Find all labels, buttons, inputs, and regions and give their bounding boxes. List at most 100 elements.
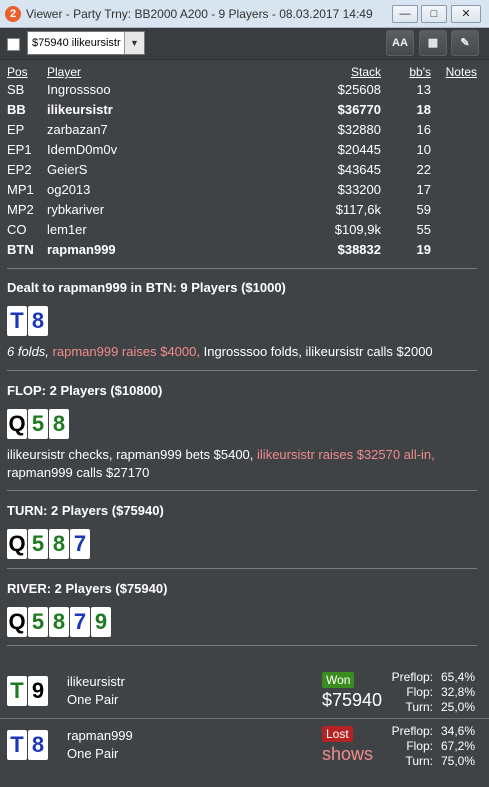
column-header-notes[interactable]: Notes: [446, 65, 477, 79]
player-name: GeierS: [47, 162, 88, 177]
flop-actions: ilikeursistr checks, rapman999 bets $540…: [7, 446, 477, 482]
result-row-loser: T 8 rapman999 One Pair Lost shows Preflo…: [0, 718, 489, 778]
pencil-icon: ✎: [460, 37, 470, 49]
player-position: CO: [7, 222, 27, 237]
player-position: EP2: [7, 162, 32, 177]
player-stack: $25608: [337, 82, 381, 97]
player-row[interactable]: MP2 rybkariver $117,6k 59: [0, 202, 489, 222]
maximize-icon: □: [430, 8, 438, 20]
maximize-button[interactable]: □: [421, 5, 447, 23]
flop-action-c: rapman999 calls $27170: [7, 465, 150, 480]
river-heading: RIVER: 2 Players ($75940): [7, 581, 168, 596]
player-bbs: 13: [416, 82, 431, 97]
turn-heading: TURN: 2 Players ($75940): [7, 503, 164, 518]
close-button[interactable]: ✕: [451, 5, 481, 23]
preflop-folds: 6 folds,: [7, 344, 49, 359]
playing-card: 9: [28, 676, 48, 706]
playing-card: 5: [28, 529, 48, 559]
preflop-raise: rapman999 raises $4000,: [52, 344, 200, 359]
stat-label: Preflop:: [391, 670, 433, 684]
preflop-heading: Dealt to rapman999 in BTN: 9 Players ($1…: [7, 280, 286, 295]
grid-button[interactable]: ▦: [419, 30, 447, 56]
stat-value: 34,6%: [440, 724, 475, 738]
result-player-name: rapman999: [67, 728, 133, 743]
player-name: IdemD0m0v: [47, 142, 118, 157]
player-row[interactable]: EP2 GeierS $43645 22: [0, 162, 489, 182]
status-badge: Won: [322, 672, 355, 688]
river-board: Q 5 8 7 9: [7, 607, 111, 637]
app-logo-icon: 2: [5, 6, 21, 22]
player-row[interactable]: BB ilikeursistr $36770 18: [0, 102, 489, 122]
player-position: BB: [7, 102, 26, 117]
playing-card: 8: [49, 529, 69, 559]
player-row[interactable]: MP1 og2013 $33200 17: [0, 182, 489, 202]
stat-label: Turn:: [405, 700, 433, 714]
result-player-name: ilikeursistr: [67, 674, 125, 689]
player-stack: $36770: [337, 102, 381, 117]
equity-stats: Preflop: 65,4% Flop: 32,8% Turn: 25,0%: [380, 670, 475, 715]
flop-action-b: ilikeursistr raises $32570 all-in,: [257, 447, 435, 462]
player-name: ilikeursistr: [47, 102, 113, 117]
result-row-winner: T 9 ilikeursistr One Pair Won $75940 Pre…: [0, 664, 489, 724]
stat-value: 75,0%: [440, 754, 475, 768]
player-row[interactable]: SB Ingrosssoo $25608 13: [0, 82, 489, 102]
hand-select-value: $75940 ilikeursistr: [32, 37, 121, 49]
player-row[interactable]: EP zarbazan7 $32880 16: [0, 122, 489, 142]
section-divider: [7, 370, 477, 371]
stat-label: Preflop:: [391, 724, 433, 738]
player-position: EP: [7, 122, 25, 137]
select-hand-checkbox[interactable]: [7, 38, 20, 51]
column-header-bbs[interactable]: bb's: [409, 65, 431, 79]
minimize-button[interactable]: —: [392, 5, 418, 23]
player-position: SB: [7, 82, 25, 97]
title-bar: 2 Viewer - Party Trny: BB2000 A200 - 9 P…: [0, 0, 489, 28]
result-hand: One Pair: [67, 692, 119, 707]
edit-button[interactable]: ✎: [451, 30, 479, 56]
section-divider: [7, 490, 477, 491]
section-divider: [7, 568, 477, 569]
loser-cards: T 8: [7, 730, 48, 760]
player-bbs: 22: [416, 162, 431, 177]
player-name: rapman999: [47, 242, 116, 257]
player-bbs: 10: [416, 142, 431, 157]
stat-value: 25,0%: [440, 700, 475, 714]
player-stack: $109,9k: [334, 222, 381, 237]
player-bbs: 16: [416, 122, 431, 137]
player-row[interactable]: CO lem1er $109,9k 55: [0, 222, 489, 242]
playing-card: 9: [91, 607, 111, 637]
status-badge: Lost: [322, 726, 353, 742]
player-bbs: 55: [416, 222, 431, 237]
playing-card: 8: [28, 730, 48, 760]
playing-card: 8: [49, 607, 69, 637]
stat-label: Flop:: [406, 739, 433, 753]
playing-card: 8: [49, 409, 69, 439]
player-stack: $20445: [337, 142, 381, 157]
column-header-player[interactable]: Player: [47, 65, 81, 79]
flop-action-a: ilikeursistr checks, rapman999 bets $540…: [7, 447, 254, 462]
stat-value: 67,2%: [440, 739, 475, 753]
player-name: Ingrosssoo: [47, 82, 111, 97]
stat-label: Flop:: [406, 685, 433, 699]
font-size-button[interactable]: AA: [386, 30, 414, 56]
player-row[interactable]: EP1 IdemD0m0v $20445 10: [0, 142, 489, 162]
player-name: lem1er: [47, 222, 87, 237]
hand-select-dropdown[interactable]: $75940 ilikeursistr ▼: [27, 31, 145, 55]
preflop-actions: 6 folds, rapman999 raises $4000, Ingross…: [7, 343, 477, 361]
grid-icon: ▦: [427, 37, 439, 49]
window-title: Viewer - Party Trny: BB2000 A200 - 9 Pla…: [26, 7, 373, 21]
section-divider: [7, 268, 477, 269]
column-header-stack[interactable]: Stack: [351, 65, 381, 79]
toolbar: $75940 ilikeursistr ▼ AA ▦ ✎: [0, 28, 489, 60]
player-row[interactable]: BTN rapman999 $38832 19: [0, 242, 489, 262]
player-stack: $32880: [337, 122, 381, 137]
playing-card: Q: [7, 529, 27, 559]
stat-value: 32,8%: [440, 685, 475, 699]
player-name: rybkariver: [47, 202, 105, 217]
playing-card: 5: [28, 409, 48, 439]
player-position: MP2: [7, 202, 34, 217]
column-header-pos[interactable]: Pos: [7, 65, 28, 79]
player-position: EP1: [7, 142, 32, 157]
player-name: og2013: [47, 182, 91, 197]
chevron-down-icon[interactable]: ▼: [124, 32, 144, 54]
result-hand: One Pair: [67, 746, 119, 761]
